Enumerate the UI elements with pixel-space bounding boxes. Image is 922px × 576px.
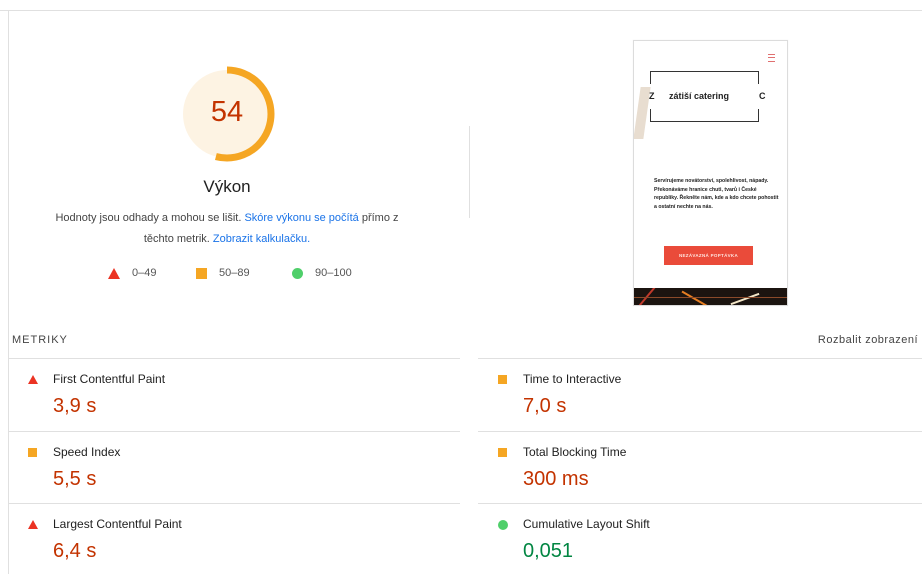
- hero-photo: [634, 288, 787, 305]
- metric-name: Time to Interactive: [523, 372, 622, 386]
- metric-value: 6,4 s: [53, 540, 97, 562]
- legend-label: 90–100: [315, 267, 352, 279]
- metric-name: Total Blocking Time: [523, 445, 627, 459]
- legend-item-poor: 0–49: [108, 266, 156, 280]
- logo-text: zátiší catering: [669, 91, 730, 101]
- square-orange-icon: [28, 448, 37, 457]
- hamburger-menu-icon: [768, 54, 775, 62]
- metric-value: 3,9 s: [53, 395, 97, 417]
- logo-frame-top: [650, 71, 759, 84]
- metric-name: First Contentful Paint: [53, 372, 166, 386]
- triangle-red-icon: [108, 267, 120, 279]
- panel-top-border: [0, 10, 922, 11]
- metric-total-blocking-time: Total Blocking Time 300 ms: [478, 431, 922, 504]
- score-calculation-link[interactable]: Skóre výkonu se počítá: [244, 212, 358, 224]
- circle-green-icon: [292, 267, 303, 279]
- expand-view-toggle[interactable]: Rozbalit zobrazení: [818, 334, 918, 346]
- square-orange-icon: [498, 448, 507, 457]
- metric-name: Largest Contentful Paint: [53, 517, 182, 531]
- inquiry-button: NEZÁVAZNÁ POPTÁVKA: [664, 246, 753, 265]
- legend-label: 0–49: [132, 267, 157, 279]
- metric-first-contentful-paint: First Contentful Paint 3,9 s: [8, 358, 460, 431]
- circle-green-icon: [498, 520, 508, 530]
- metric-value: 300 ms: [523, 468, 589, 490]
- hero-text: Servírujeme novátorství, spolehlivost, n…: [654, 178, 779, 210]
- logo-frame-bottom: [650, 109, 759, 122]
- category-title: Výkon: [203, 177, 251, 196]
- legend-item-good: 90–100: [292, 266, 352, 280]
- legend-item-average: 50–89: [196, 266, 250, 280]
- metric-value: 5,5 s: [53, 468, 97, 490]
- triangle-red-icon: [28, 520, 38, 529]
- metric-name: Speed Index: [53, 445, 121, 459]
- triangle-red-icon: [28, 375, 38, 384]
- logo-letter-left: Z: [649, 91, 655, 101]
- metric-speed-index: Speed Index 5,5 s: [8, 431, 460, 504]
- square-orange-icon: [196, 267, 207, 279]
- metric-time-to-interactive: Time to Interactive 7,0 s: [478, 358, 922, 431]
- performance-score: 54: [210, 96, 244, 128]
- vertical-divider: [469, 126, 470, 218]
- description-text: Hodnoty jsou odhady a mohou se lišit.: [55, 212, 245, 224]
- metric-value: 0,051: [523, 540, 574, 562]
- metric-cumulative-layout-shift: Cumulative Layout Shift 0,051: [478, 503, 922, 576]
- metric-largest-contentful-paint: Largest Contentful Paint 6,4 s: [8, 503, 460, 576]
- logo-letter-right: C: [759, 91, 766, 101]
- metrics-section-title: METRIKY: [12, 334, 68, 346]
- legend-label: 50–89: [219, 267, 250, 279]
- square-orange-icon: [498, 375, 507, 384]
- metric-value: 7,0 s: [523, 395, 567, 417]
- metric-name: Cumulative Layout Shift: [523, 517, 650, 531]
- calculator-link[interactable]: Zobrazit kalkulačku.: [213, 233, 310, 245]
- score-description: Hodnoty jsou odhady a mohou se lišit. Sk…: [40, 208, 414, 250]
- page-screenshot[interactable]: Z zátiší catering C Servírujeme novátors…: [633, 40, 788, 306]
